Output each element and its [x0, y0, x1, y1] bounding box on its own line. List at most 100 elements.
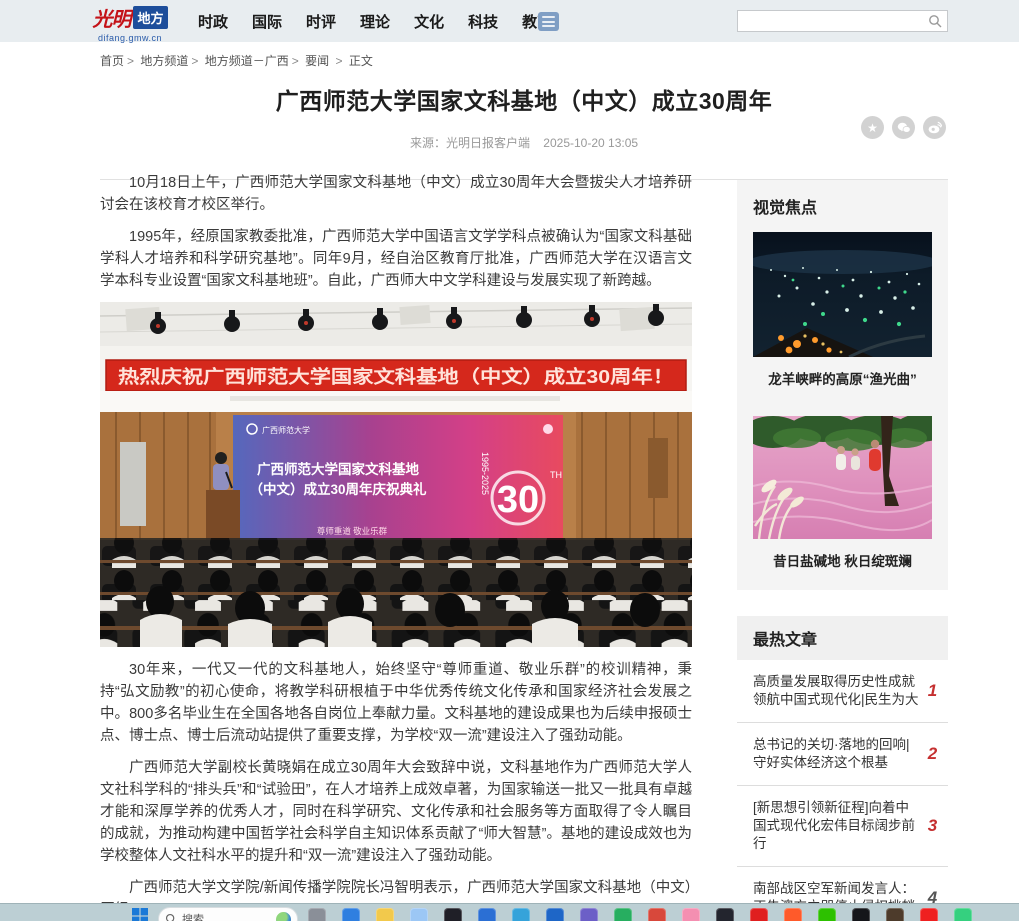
nav-item-tech[interactable]: 科技 — [468, 11, 498, 32]
breadcrumb-guangxi[interactable]: 地方频道－广西 — [205, 54, 289, 68]
weather-widget-icon — [276, 912, 291, 921]
photo-banner-text: 热烈庆祝广西师范大学国家文科基地（中文）成立30周年！ — [118, 366, 674, 387]
visual-focus-item-2[interactable]: 昔日盐碱地 秋日绽斑斓 — [753, 416, 932, 570]
hot-articles-list: 高质量发展取得历史性成就 领航中国式现代化|民生为大 1 总书记的关切·落地的回… — [737, 660, 948, 921]
article-body: 10月18日上午，广西师范大学国家文科基地（中文）成立30周年大会暨拔尖人才培养… — [100, 172, 692, 921]
visual-focus-item-1[interactable]: 龙羊峡畔的高原“渔光曲” — [753, 232, 932, 388]
taskbar-search[interactable]: 搜索 — [158, 907, 298, 921]
guangming-app-icon[interactable] — [750, 908, 768, 921]
notes-app-icon[interactable] — [784, 908, 802, 921]
site-search — [737, 10, 948, 32]
logo-script-text: 光明 — [92, 3, 130, 32]
sidebar: 视觉焦点 — [737, 180, 948, 921]
search-icon — [165, 913, 177, 921]
night-fishery-photo[interactable] — [753, 232, 932, 357]
nav-item-world[interactable]: 国际 — [252, 11, 282, 32]
obsidian-icon[interactable] — [444, 908, 462, 921]
hot-article-rank: 2 — [921, 744, 944, 764]
screen-motto: 尊师重道 敬业乐群 — [317, 526, 388, 536]
hot-article-1[interactable]: 高质量发展取得历史性成就 领航中国式现代化|民生为大 1 — [737, 660, 948, 723]
nav-item-politics[interactable]: 时政 — [198, 11, 228, 32]
screen-line2: （中文）成立30周年庆祝典礼 — [249, 481, 427, 497]
photo-banner: 热烈庆祝广西师范大学国家文科基地（中文）成立30周年！ — [106, 360, 686, 391]
screen-years: 1995-2025 — [480, 452, 490, 495]
nav-item-theory[interactable]: 理论 — [360, 11, 390, 32]
share-toolbar: ★ — [861, 116, 946, 139]
clock-app-icon[interactable] — [716, 908, 734, 921]
nav-item-culture[interactable]: 文化 — [414, 11, 444, 32]
app-redblue-icon[interactable] — [648, 908, 666, 921]
breadcrumb-current: 正文 — [349, 54, 373, 68]
hot-article-text[interactable]: [新思想引领新征程]向着中国式现代化宏伟目标阔步前行 — [753, 799, 921, 853]
search-icon[interactable] — [928, 14, 942, 28]
breadcrumb-home[interactable]: 首页 — [100, 54, 124, 68]
screen-logo-text: 广西师范大学 — [262, 425, 310, 435]
screen-number: 30 — [497, 479, 539, 521]
paragraph: 1995年，经原国家教委批准，广西师范大学中国语言文学学科点被确认为“国家文科基… — [100, 226, 692, 292]
weibo-share-icon[interactable] — [923, 116, 946, 139]
article-header: 广西师范大学国家文科基地（中文）成立30周年 来源：光明日报客户端 2025-1… — [100, 82, 948, 180]
browser-icon[interactable] — [410, 908, 428, 921]
hot-articles-section: 最热文章 高质量发展取得历史性成就 领航中国式现代化|民生为大 1 总书记的关切… — [737, 616, 948, 921]
visual-focus-section: 视觉焦点 — [737, 180, 948, 590]
hot-article-3[interactable]: [新思想引领新征程]向着中国式现代化宏伟目标阔步前行 3 — [737, 786, 948, 867]
logo-channel-badge: 地方 — [133, 6, 167, 29]
audience-crowd — [100, 538, 692, 647]
browser-page: 光明 地方 difang.gmw.cn 时政 国际 时评 理论 文化 科技 教育… — [0, 0, 1019, 921]
outlook-icon[interactable] — [546, 908, 564, 921]
hot-articles-title: 最热文章 — [753, 626, 932, 650]
logo-domain-text: difang.gmw.cn — [75, 33, 185, 43]
breadcrumb-channel[interactable]: 地方频道 — [140, 54, 188, 68]
wechat-icon[interactable] — [818, 908, 836, 921]
qq-icon[interactable] — [852, 908, 870, 921]
start-button-icon[interactable] — [132, 908, 148, 921]
edge-icon[interactable] — [512, 908, 530, 921]
article-date: 2025-10-20 13:05 — [543, 136, 638, 150]
chart-app-icon[interactable] — [614, 908, 632, 921]
task-view-icon[interactable] — [308, 908, 326, 921]
paragraph: 10月18日上午，广西师范大学国家文科基地（中文）成立30周年大会暨拔尖人才培养… — [100, 172, 692, 216]
pink-grass-photo[interactable] — [753, 416, 932, 539]
paragraph: 广西师范大学副校长黄晓娟在成立30周年大会致辞中说，文科基地作为广西师范大学人文… — [100, 757, 692, 867]
screen-number-suffix: TH — [550, 470, 562, 480]
search-input[interactable] — [738, 12, 928, 30]
app-brown-icon[interactable] — [886, 908, 904, 921]
vscode-icon[interactable] — [478, 908, 496, 921]
wechat-share-icon[interactable] — [892, 116, 915, 139]
main-nav: 时政 国际 时评 理论 文化 科技 教育 — [198, 0, 552, 42]
breadcrumb-separator: > — [292, 54, 299, 68]
breadcrumb: 首页> 地方频道> 地方频道－广西> 要闻 > 正文 — [100, 52, 373, 69]
hot-article-text[interactable]: 总书记的关切·落地的回响|守好实体经济这个根基 — [753, 736, 921, 772]
app-purple-icon[interactable] — [580, 908, 598, 921]
hot-article-rank: 3 — [921, 816, 944, 836]
visual-focus-title: 视觉焦点 — [753, 194, 932, 218]
app-pink-icon[interactable] — [682, 908, 700, 921]
breadcrumb-news[interactable]: 要闻 — [305, 54, 329, 68]
nav-item-comment[interactable]: 时评 — [306, 11, 336, 32]
windows-taskbar: 搜索 — [0, 903, 1019, 921]
breadcrumb-separator: > — [127, 54, 134, 68]
visual-focus-caption-2[interactable]: 昔日盐碱地 秋日绽斑斓 — [753, 550, 932, 570]
ceiling-lights — [100, 302, 692, 346]
breadcrumb-separator: > — [335, 54, 342, 68]
file-explorer-icon[interactable] — [376, 908, 394, 921]
site-header: 光明 地方 difang.gmw.cn 时政 国际 时评 理论 文化 科技 教育 — [0, 0, 1019, 42]
article-photo-conference: 热烈庆祝广西师范大学国家文科基地（中文）成立30周年！ — [100, 302, 692, 647]
hot-article-text[interactable]: 高质量发展取得历史性成就 领航中国式现代化|民生为大 — [753, 673, 921, 709]
article-meta: 来源：光明日报客户端 2025-10-20 13:05 — [100, 134, 948, 151]
visual-focus-caption-1[interactable]: 龙羊峡畔的高原“渔光曲” — [753, 368, 932, 388]
list-menu-icon[interactable] — [538, 12, 559, 31]
page-title: 广西师范大学国家文科基地（中文）成立30周年 — [100, 82, 948, 116]
breadcrumb-separator: > — [191, 54, 198, 68]
yy-app-icon[interactable] — [920, 908, 938, 921]
hot-article-rank: 1 — [921, 681, 944, 701]
favorite-star-icon[interactable]: ★ — [861, 116, 884, 139]
article-source: 来源：光明日报客户端 — [410, 136, 530, 150]
taskbar-search-label: 搜索 — [182, 911, 271, 921]
site-logo[interactable]: 光明 地方 difang.gmw.cn — [75, 3, 185, 43]
stage-screen: 广西师范大学 广西师范大学国家文科基地 （中文）成立30周年庆祝典礼 尊师重道 … — [233, 415, 563, 541]
ms-store-icon[interactable] — [342, 908, 360, 921]
hot-article-2[interactable]: 总书记的关切·落地的回响|守好实体经济这个根基 2 — [737, 723, 948, 786]
phone-app-icon[interactable] — [954, 908, 972, 921]
hot-articles-header: 最热文章 — [737, 616, 948, 660]
